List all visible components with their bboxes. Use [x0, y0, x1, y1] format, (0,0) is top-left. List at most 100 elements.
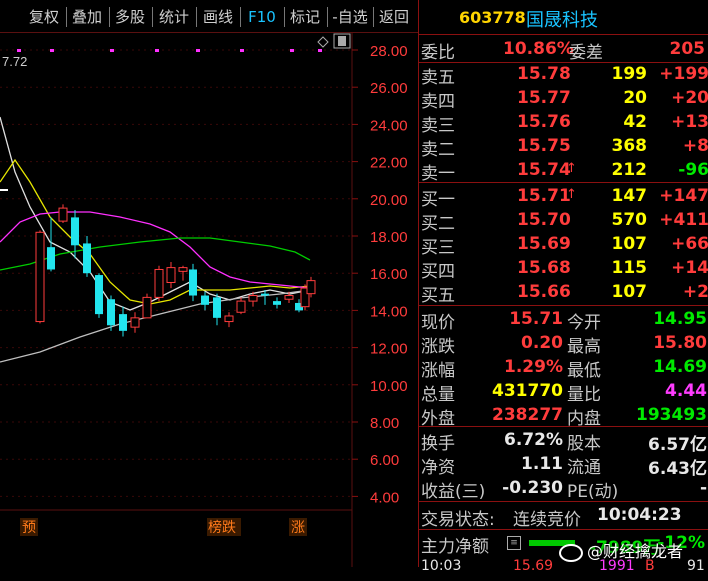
candle-body[interactable]	[154, 268, 164, 298]
quote-title-bar: 603778 国晟科技	[419, 0, 708, 35]
stat-value: 14.95	[653, 309, 707, 329]
candle-body[interactable]	[35, 231, 45, 323]
book-change: +2	[682, 282, 708, 302]
signal-dot	[17, 49, 21, 52]
stat-value: 15.71	[509, 309, 563, 329]
book-change: +20	[671, 88, 708, 108]
candle-body[interactable]	[130, 317, 140, 328]
ask-row-2[interactable]: 卖四 15.77 20 +20	[419, 86, 708, 112]
stock-code: 603778	[459, 8, 526, 27]
toolbar-diejia-button[interactable]: 叠加	[69, 6, 105, 28]
axis-tick-label: 28.00	[370, 43, 408, 60]
stat-value: 4.44	[665, 381, 707, 401]
candle-body[interactable]	[201, 295, 209, 305]
toolbar-zixuan-button[interactable]: -自选	[330, 6, 370, 28]
signal-dot	[155, 49, 159, 52]
toolbar-biaoji-button[interactable]: 标记	[287, 6, 323, 28]
toolbar-separator	[373, 7, 374, 27]
yu-marker[interactable]: 预	[22, 520, 36, 536]
ask-row-3[interactable]: 卖三 15.76 42 +13	[419, 110, 708, 136]
signal-dot	[290, 49, 294, 52]
axis-tick-label: 8.00	[370, 415, 399, 432]
bid-row-4[interactable]: 买四 15.68 115 +14	[419, 256, 708, 282]
candle-body[interactable]	[178, 267, 188, 272]
axis-tick-label: 16.00	[370, 266, 408, 283]
toolbar-tongji-button[interactable]: 统计	[156, 6, 192, 28]
book-price: 15.76	[517, 112, 571, 132]
candle-body[interactable]	[273, 301, 281, 305]
weibo-icon	[559, 543, 583, 562]
candle-body[interactable]	[71, 217, 79, 246]
toolbar-fanhui-button[interactable]: 返回	[376, 6, 412, 28]
axis-tick-label: 4.00	[370, 489, 399, 506]
candle-body[interactable]	[213, 297, 221, 318]
bid-row-3[interactable]: 买三 15.69 107 +66	[419, 232, 708, 258]
stat-label: 收益(三)	[421, 482, 486, 502]
stat-value: 6.72%	[504, 430, 563, 450]
up-arrow-icon: ↑	[566, 187, 577, 202]
candle-body[interactable]	[119, 314, 127, 331]
weibi-label: 委比	[421, 43, 455, 63]
divider	[419, 182, 708, 183]
ask-row-4[interactable]: 卖二 15.75 368 +8	[419, 134, 708, 160]
kline-svg: 28.00 26.00 24.00 22.00 20.00 18.00 16.00 14.00…	[0, 32, 408, 567]
toolbar-huaxian-button[interactable]: 画线	[200, 6, 236, 28]
stat-label: 现价	[421, 313, 455, 333]
trade-status-value: 连续竞价	[513, 510, 581, 530]
diamond-icon[interactable]	[317, 36, 329, 48]
signal-dot	[50, 49, 54, 52]
candle-body[interactable]	[236, 300, 246, 313]
book-price: 15.68	[517, 258, 571, 278]
toolbar-separator	[196, 7, 197, 27]
watermark: @财经擒龙者	[559, 538, 683, 562]
book-price: 15.77	[517, 88, 571, 108]
stat-row-1: 现价 15.71 今开 14.95	[419, 307, 708, 333]
bangdie-marker[interactable]: 榜跌	[208, 519, 236, 536]
kline-chart[interactable]: 28.00 26.00 24.00 22.00 20.00 18.00 16.00 14.00…	[0, 32, 418, 567]
book-label: 卖四	[421, 92, 455, 112]
toolbar-separator	[152, 7, 153, 27]
book-volume: 199	[611, 64, 648, 84]
price-axis: 28.00 26.00 24.00 22.00 20.00 18.00 16.00 14.00…	[352, 43, 408, 506]
book-label: 卖三	[421, 116, 455, 136]
ask-row-1[interactable]: 卖五 15.78 199 +199	[419, 62, 708, 88]
toolbar-duogu-button[interactable]: 多股	[112, 6, 148, 28]
list-icon[interactable]: ≡	[507, 536, 521, 550]
up-arrow-icon: ↑	[566, 161, 577, 176]
book-price: 15.69	[517, 234, 571, 254]
book-change: +411	[659, 210, 708, 230]
stat-value: 193493	[636, 405, 707, 425]
bid-row-2[interactable]: 买二 15.70 570 +411	[419, 208, 708, 234]
candle-body[interactable]	[166, 267, 176, 283]
candle-body[interactable]	[58, 207, 68, 222]
gridlines	[0, 49, 352, 497]
ask-row-5[interactable]: 卖一 15.74 ↑ 212 -96	[419, 158, 708, 184]
stat-value: 1.29%	[504, 357, 563, 377]
toolbar-fuquan-button[interactable]: 复权	[26, 6, 62, 28]
book-change: +13	[671, 112, 708, 132]
stat-label: 涨幅	[421, 361, 455, 381]
candle-body[interactable]	[83, 243, 91, 274]
zhang-marker[interactable]: 涨	[291, 520, 305, 536]
candle-body[interactable]	[284, 295, 294, 300]
stock-name[interactable]: 国晟科技	[526, 6, 598, 32]
bid-row-1[interactable]: 买一 15.71 ↑ 147 +147	[419, 184, 708, 210]
axis-tick-label: 26.00	[370, 80, 408, 97]
candle-body[interactable]	[248, 295, 258, 302]
candle-body[interactable]	[189, 269, 197, 296]
signal-dot	[110, 49, 114, 52]
candle-body[interactable]	[306, 280, 316, 295]
toolbar-f10-button[interactable]: F10	[244, 6, 280, 28]
stat2-row-2: 净资 1.11 流通 6.43亿	[419, 452, 708, 479]
trade-status-row: 交易状态: 连续竞价 10:04:23	[419, 504, 708, 530]
candle-body[interactable]	[224, 315, 234, 323]
candle-body[interactable]	[107, 299, 115, 326]
candle-body[interactable]	[261, 293, 269, 296]
stat-label: 换手	[421, 434, 455, 454]
candle-body[interactable]	[47, 247, 55, 270]
bid-row-5[interactable]: 买五 15.66 107 +2	[419, 280, 708, 306]
book-price: 15.66	[517, 282, 571, 302]
candle-body[interactable]	[95, 275, 103, 315]
candle-body[interactable]	[142, 296, 152, 319]
book-volume: 147	[611, 186, 648, 206]
